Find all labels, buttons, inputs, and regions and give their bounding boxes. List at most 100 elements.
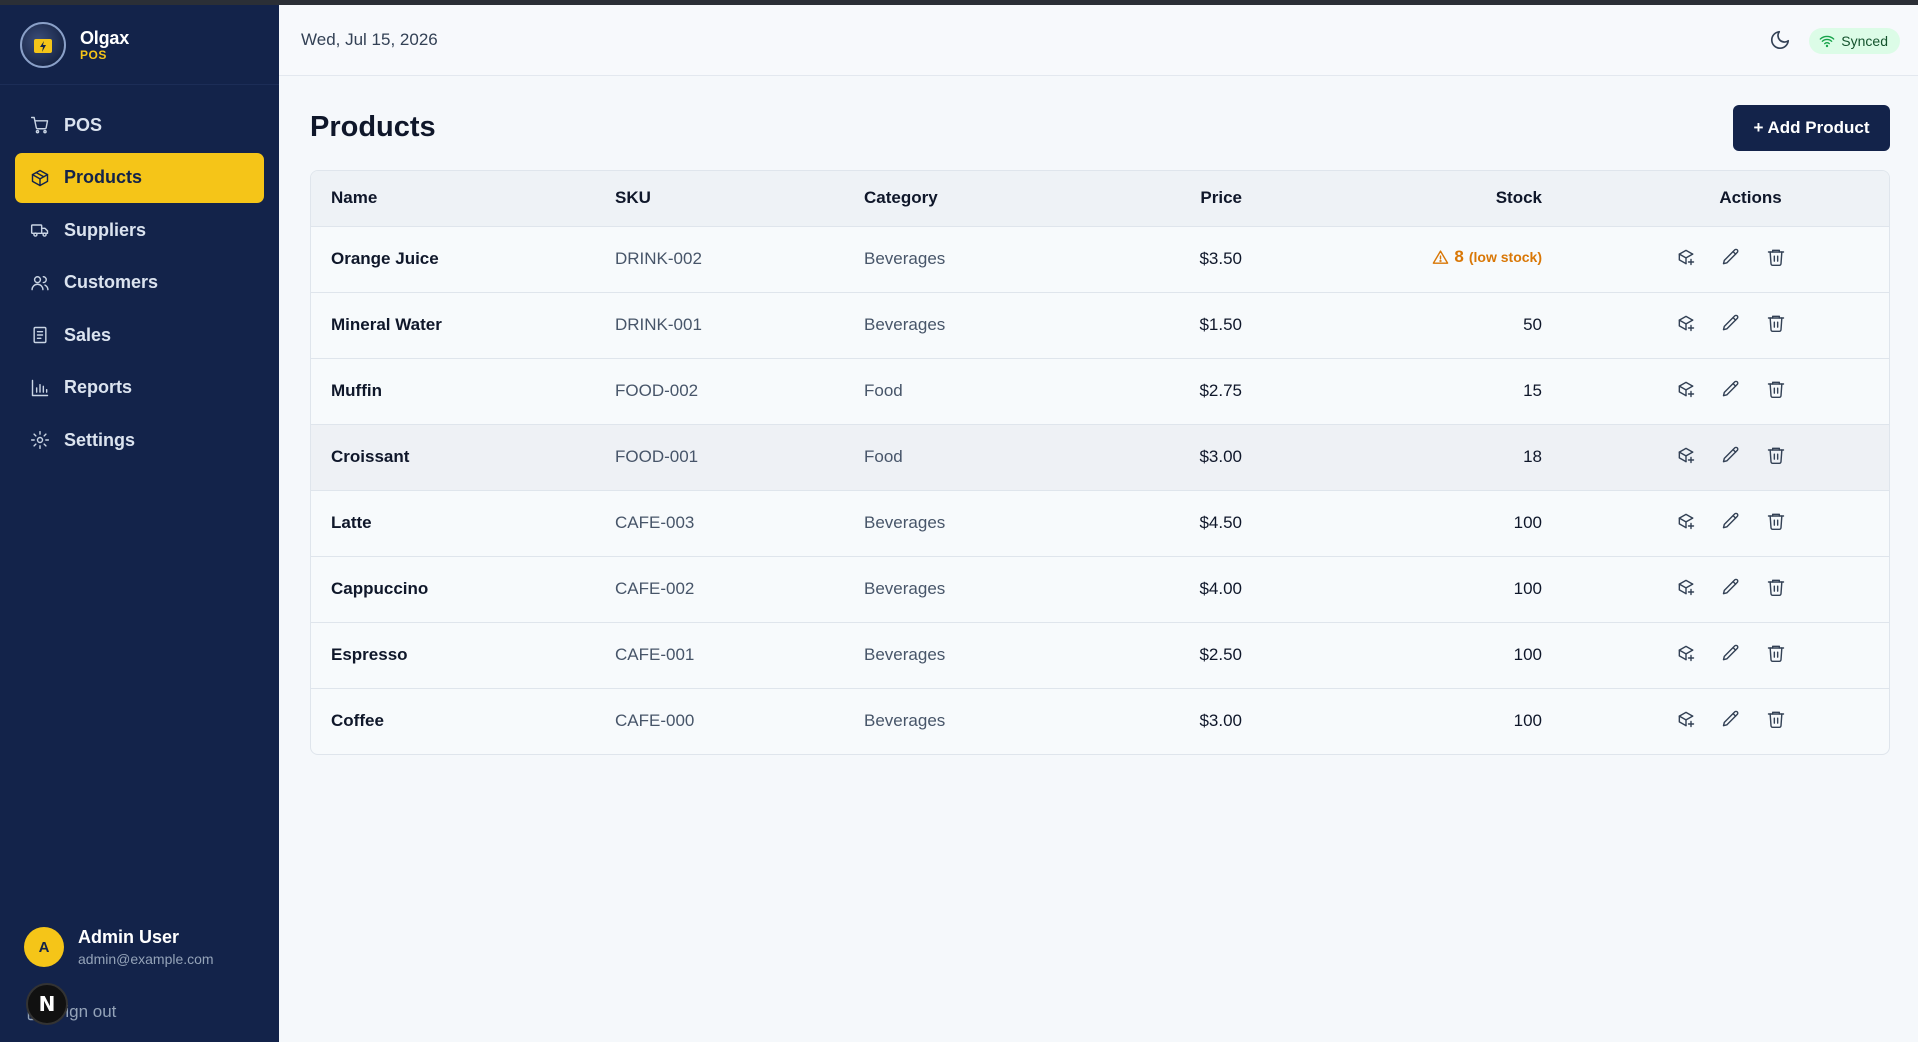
column-header-stock[interactable]: Stock [1242,171,1542,227]
product-category: Food [864,447,903,466]
table-row[interactable]: Cappuccino CAFE-002 Beverages $4.00 100 [311,556,1889,622]
edit-button[interactable] [1720,576,1741,597]
restock-button[interactable] [1675,510,1696,531]
delete-button[interactable] [1765,709,1786,730]
product-sku: CAFE-002 [615,579,695,598]
app-logo [20,21,66,68]
delete-button[interactable] [1765,444,1786,465]
app-name: Olgax [80,27,130,48]
restock-button[interactable] [1675,312,1696,333]
receipt-icon [30,325,50,345]
product-stock: 15 [1523,381,1542,400]
restock-button[interactable] [1675,378,1696,399]
pencil-icon [1722,578,1738,595]
box-add-icon [1678,249,1694,265]
bar-chart-icon [30,378,50,398]
column-header-price[interactable]: Price [1107,171,1242,227]
trash-icon [1767,315,1784,332]
pencil-icon [1722,380,1738,397]
product-category: Beverages [864,579,946,598]
product-sku: DRINK-002 [615,249,702,268]
sidebar-item-reports[interactable]: Reports [15,363,264,413]
sidebar-item-label: Sales [64,324,112,345]
sidebar-item-products[interactable]: Products [15,152,264,203]
dev-tools-badge[interactable]: N [26,983,68,1025]
warning-icon [1433,250,1449,264]
product-name: Cappuccino [331,579,429,598]
trash-icon [1767,645,1784,662]
product-name: Muffin [331,381,382,400]
restock-button[interactable] [1675,642,1696,663]
box-add-icon [1678,711,1694,728]
add-product-button[interactable]: + Add Product [1733,105,1890,151]
sidebar-item-customers[interactable]: Customers [15,258,264,308]
delete-button[interactable] [1765,312,1786,333]
product-stock: 100 [1513,711,1542,731]
delete-button[interactable] [1765,378,1786,399]
sidebar-item-pos[interactable]: POS [15,100,264,150]
restock-button[interactable] [1675,246,1696,267]
edit-button[interactable] [1720,378,1741,399]
delete-button[interactable] [1765,576,1786,597]
restock-button[interactable] [1675,444,1696,465]
sidebar-item-suppliers[interactable]: Suppliers [15,205,264,255]
edit-button[interactable] [1720,444,1741,465]
edit-button[interactable] [1720,312,1741,333]
wifi-icon [1819,35,1835,48]
table-row[interactable]: Orange Juice DRINK-002 Beverages $3.50 8 (low… [311,226,1889,292]
box-add-icon [1678,447,1694,463]
user-email: admin@example.com [78,951,214,967]
table-row[interactable]: Muffin FOOD-002 Food $2.75 15 [311,358,1889,424]
product-name: Espresso [331,645,408,664]
product-sku: CAFE-000 [615,711,695,731]
sidebar-item-settings[interactable]: Settings [15,415,264,465]
table-row[interactable]: Mineral Water DRINK-001 Beverages $1.50 50 [311,292,1889,358]
column-header-name[interactable]: Name [311,171,615,227]
sidebar-item-label: Customers [64,272,159,292]
product-name: Latte [331,513,372,532]
pencil-icon [1722,644,1738,661]
row-actions [1542,424,1889,490]
theme-toggle-moon-icon[interactable] [1769,29,1791,51]
box-add-icon [1678,315,1694,331]
sidebar-item-sales[interactable]: Sales [15,310,264,360]
products-table: Name SKU Category Price Stock Actions Or… [310,170,1890,755]
edit-button[interactable] [1720,642,1741,663]
table-row[interactable]: Latte CAFE-003 Beverages $4.50 100 [311,490,1889,556]
delete-button[interactable] [1765,510,1786,531]
column-header-category[interactable]: Category [864,171,1107,227]
product-category: Beverages [864,249,946,268]
cart-icon [30,115,50,135]
window-top-strip [0,0,1918,5]
box-add-icon [1678,645,1694,661]
trash-icon [1767,249,1784,266]
delete-button[interactable] [1765,246,1786,267]
product-category: Beverages [864,645,946,664]
restock-button[interactable] [1675,709,1696,730]
main-content: Products + Add Product Name SKU Category… [310,76,1890,755]
edit-button[interactable] [1720,510,1741,531]
brand: Olgax POS [0,5,279,85]
pencil-icon [1722,314,1738,331]
table-row[interactable]: Coffee CAFE-000 Beverages $3.00 100 [311,688,1889,754]
trash-icon [1767,381,1784,398]
product-sku: FOOD-002 [615,381,699,400]
sync-status-badge: Synced [1809,28,1900,54]
product-sku: CAFE-001 [615,645,695,664]
truck-icon [30,220,50,240]
product-name: Coffee [331,711,384,731]
restock-button[interactable] [1675,576,1696,597]
table-row[interactable]: Espresso CAFE-001 Beverages $2.50 100 [311,622,1889,688]
edit-button[interactable] [1720,709,1741,730]
product-stock: 100 [1513,645,1542,664]
edit-button[interactable] [1720,246,1741,267]
delete-button[interactable] [1765,642,1786,663]
current-date: Wed, Jul 15, 2026 [301,30,438,49]
avatar: A [24,927,64,967]
product-price: $4.00 [1199,579,1242,598]
column-header-sku[interactable]: SKU [615,171,864,227]
top-bar: Wed, Jul 15, 2026 Synced [279,5,1918,76]
column-header-actions: Actions [1542,171,1889,227]
user-profile[interactable]: A Admin User admin@example.com [24,927,214,967]
table-row[interactable]: Croissant FOOD-001 Food $3.00 18 [311,424,1889,490]
